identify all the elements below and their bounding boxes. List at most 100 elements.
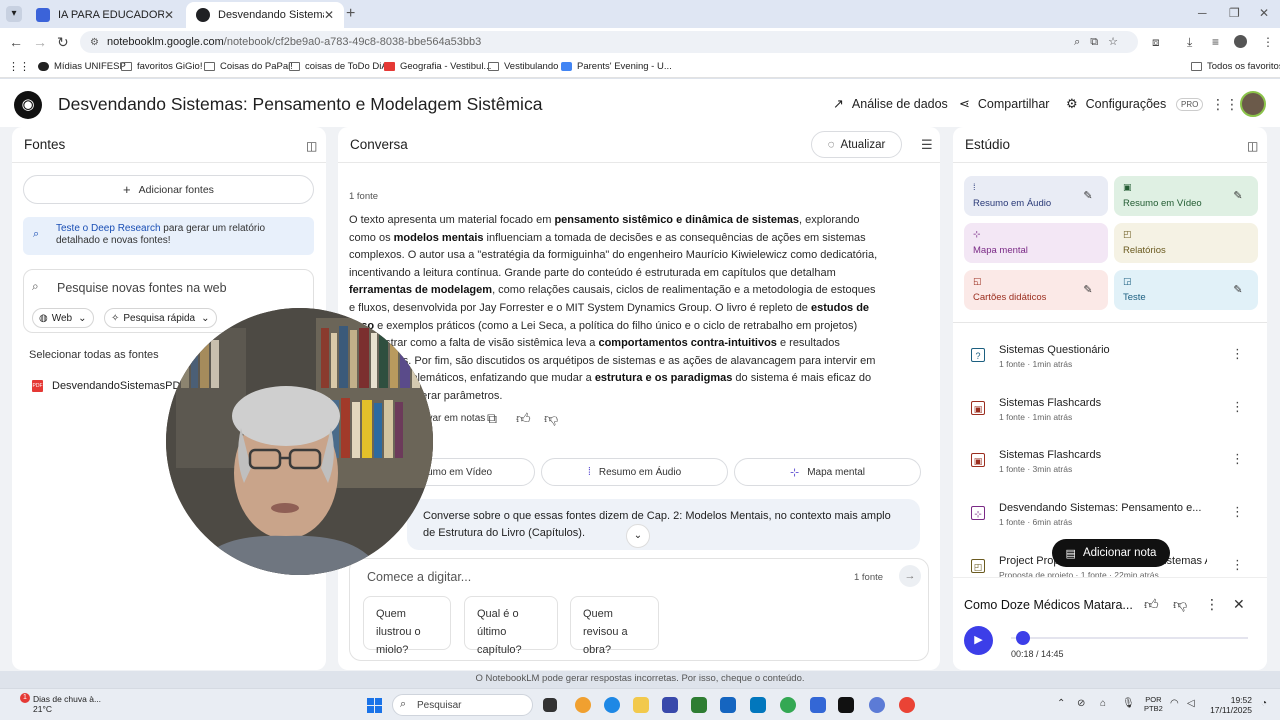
bookmark-midias-unifesp[interactable]: Mídias UNIFESP [38,61,126,72]
notebooklm-logo-icon[interactable]: ◉ [14,91,42,119]
restore-icon[interactable]: ❐ [1229,6,1240,20]
player-progress-track[interactable] [1011,637,1248,639]
collapse-panel-icon[interactable]: ◫ [1247,139,1258,153]
tray-app-icon[interactable]: ⌂ [1100,698,1106,709]
edit-icon[interactable]: ✎ [1227,279,1249,301]
deep-research-link[interactable]: Teste o Deep Research [56,223,161,234]
thumbs-up-icon[interactable]: 👍︎ [1144,596,1159,613]
edge-icon[interactable] [604,697,620,713]
audio-summary-suggestion[interactable]: ⁞ Resumo em Áudio [541,458,728,486]
apps-grid-icon[interactable]: ⋮⋮ [8,60,30,73]
quiz-tile[interactable]: ◲ Teste ✎ [1114,270,1258,310]
more-vert-icon[interactable]: ⋮ [1231,504,1244,520]
windows-start-icon[interactable] [367,698,382,713]
player-progress-handle[interactable] [1015,631,1030,645]
search-mode-dropdown[interactable]: ✧ Pesquisa rápida ⌄ [104,308,217,328]
outlook-icon[interactable] [720,697,736,713]
edit-icon[interactable]: ✎ [1077,185,1099,207]
web-filter-dropdown[interactable]: ◍ Web ⌄ [32,308,94,328]
reload-icon[interactable]: ↻ [57,34,69,51]
tab-close-icon[interactable]: ✕ [324,8,334,22]
studio-note-item[interactable]: ? Sistemas Questionário 1 fonte · 1min atr… [953,344,1267,394]
chat-input[interactable]: Comece a digitar... [367,570,471,584]
forward-icon[interactable]: → [33,34,47,50]
copilot-icon[interactable] [575,697,591,713]
back-icon[interactable]: ← [9,34,23,50]
more-vert-icon[interactable]: ⋮ [1231,399,1244,415]
more-vert-icon[interactable]: ⋮ [1231,346,1244,362]
bookmark-coisas-de-todo-dia[interactable]: coisas de ToDo DiA [289,61,388,72]
notebook-title[interactable]: Desvendando Sistemas: Pensamento e Model… [58,94,542,115]
studio-note-item[interactable]: ▣ Sistemas Flashcards 1 fonte · 1min atrás… [953,397,1267,447]
extensions-icon[interactable]: ⧈ [1152,35,1160,50]
app-icon[interactable] [838,697,854,713]
excel-icon[interactable] [691,697,707,713]
word-icon[interactable] [750,697,766,713]
more-vert-icon[interactable]: ⋮ [1231,557,1244,573]
studio-note-item[interactable]: ▣ Sistemas Flashcards 1 fonte · 3min atrás… [953,449,1267,499]
analytics-button[interactable]: ↗ Análise de dados [833,92,948,116]
download-icon[interactable]: ⤓ [1187,35,1192,50]
quick-question[interactable]: Quem revisou a obra? [570,596,659,656]
volume-icon[interactable]: ◁ [1187,698,1195,709]
tab-search-icon[interactable]: ▾ [6,6,22,22]
address-bar[interactable]: ⚙ notebooklm.google.com/notebook/cf2be9a… [80,31,1138,53]
mind-map-tile[interactable]: ⊹ Mapa mental [964,223,1108,263]
teams-icon[interactable] [662,697,678,713]
add-sources-button[interactable]: + Adicionar fontes [23,175,314,204]
quick-question[interactable]: Quem ilustrou o miolo? [363,596,451,656]
reading-list-icon[interactable]: ≡ [1212,35,1219,49]
refresh-button[interactable]: ◌ Atualizar [811,131,902,158]
microphone-icon[interactable]: 🎙︎ [1122,698,1135,709]
edit-icon[interactable]: ✎ [1077,279,1099,301]
omnibox-actions-icon[interactable]: ⌕⧉☆ [1074,35,1128,49]
task-view-icon[interactable] [543,698,557,712]
app-icon[interactable] [810,697,826,713]
notification-bell-icon[interactable]: ◔ [1261,698,1267,709]
reports-tile[interactable]: ◰ Relatórios [1114,223,1258,263]
more-vert-icon[interactable]: ⋮ [1231,451,1244,467]
browser-menu-icon[interactable]: ⋮ [1262,35,1274,49]
bookmark-coisas-do-papai[interactable]: Coisas do PaPai! [204,61,293,72]
edit-icon[interactable]: ✎ [1227,185,1249,207]
quick-question[interactable]: Qual é o último capítulo? [464,596,558,656]
share-button[interactable]: ⋖ Compartilhar [959,92,1049,116]
play-button[interactable]: ▶ [964,626,993,655]
send-arrow-icon[interactable]: → [899,565,921,587]
app-icon[interactable] [869,697,885,713]
video-overview-tile[interactable]: ▣ Resumo em Vídeo ✎ [1114,176,1258,216]
add-note-button[interactable]: ▤ Adicionar nota [1052,539,1170,567]
bookmark-geografia[interactable]: Geografia - Vestibul... [384,61,491,72]
minimize-icon[interactable]: ─ [1198,6,1207,20]
tune-icon[interactable]: ☰ [921,137,933,153]
tray-app-icon[interactable]: ⊘ [1077,698,1085,709]
bookmark-vestibulando[interactable]: Vestibulando [488,61,558,72]
profile-avatar[interactable] [1234,35,1247,48]
thumbs-up-icon[interactable]: 👍︎ [516,410,531,427]
collapse-panel-icon[interactable]: ◫ [306,139,317,153]
bookmark-parents-evening[interactable]: Parents' Evening - U... [561,61,672,72]
chrome-profile-icon[interactable] [899,697,915,713]
copy-icon[interactable]: ⧉ [487,410,497,427]
settings-button[interactable]: ⚙ Configurações [1066,92,1166,116]
more-vert-icon[interactable]: ⋮ [1205,596,1219,613]
browser-tab-notebook[interactable]: Desvendando Sistemas: Pensam ✕ [186,2,344,28]
wifi-icon[interactable]: ◠ [1170,698,1179,709]
bookmark-favoritos-gigio[interactable]: favoritos GiGio! [121,61,202,72]
thumbs-down-icon[interactable]: 👎︎ [1173,596,1187,613]
search-input[interactable]: Pesquise novas fontes na web [57,281,227,295]
all-favorites[interactable]: Todos os favoritos [1191,61,1280,72]
new-tab-button[interactable]: + [346,5,355,23]
thumbs-down-icon[interactable]: 👎︎ [544,410,558,427]
tab-close-icon[interactable]: ✕ [164,8,174,22]
scroll-down-button[interactable]: ⌄ [626,524,650,548]
browser-tab-ia-educadores[interactable]: IA PARA EDUCADORES ✕ [26,2,184,28]
audio-overview-tile[interactable]: ⁞ Resumo em Áudio ✎ [964,176,1108,216]
mind-map-suggestion[interactable]: ⊹ Mapa mental [734,458,921,486]
tray-chevron-icon[interactable]: ⌃ [1057,698,1065,709]
site-info-icon[interactable]: ⚙ [90,37,99,48]
chrome-icon[interactable] [780,697,796,713]
clock[interactable]: 19:52 17/11/2025 [1208,695,1252,715]
language-indicator[interactable]: POR PTB2 [1144,695,1163,713]
window-close-icon[interactable]: ✕ [1259,6,1269,20]
